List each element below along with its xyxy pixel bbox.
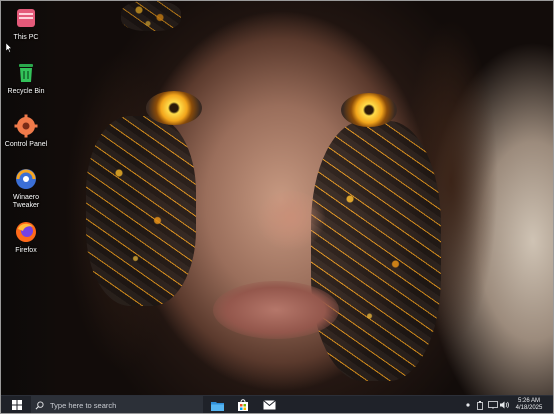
start-button[interactable]: [10, 396, 24, 413]
desktop-frame: This PC Recycle Bin Control Panel Winaer…: [0, 0, 554, 414]
desktop-icon-label: Recycle Bin: [7, 88, 45, 95]
recycle-bin-icon: [19, 64, 33, 82]
desktop-icon-label: Firefox: [15, 247, 37, 254]
mail-icon: [262, 400, 276, 410]
taskbar-file-explorer-button[interactable]: [206, 396, 228, 413]
wallpaper-left-eye: [146, 91, 202, 125]
desktop-icon-label: This PC: [13, 34, 39, 41]
file-explorer-icon: [210, 401, 224, 411]
desktop-icon-recycle-bin[interactable]: Recycle Bin: [2, 61, 50, 96]
taskbar-store-button[interactable]: [232, 396, 254, 413]
control-panel-icon: [14, 114, 38, 138]
tray-network-button[interactable]: [487, 396, 498, 413]
desktop-icon-this-pc[interactable]: This PC: [2, 7, 50, 42]
desktop-icon-control-panel[interactable]: Control Panel: [2, 114, 50, 149]
desktop-icon-firefox[interactable]: Firefox: [2, 220, 50, 255]
desktop-icon-label: Control Panel: [4, 141, 48, 148]
volume-icon: [499, 401, 509, 409]
desktop-icon-label: Winaero Tweaker: [12, 194, 40, 209]
wallpaper-right-eye: [341, 93, 397, 127]
taskbar-search-box[interactable]: Type here to search: [31, 396, 203, 413]
battery-icon: [477, 400, 483, 410]
mouse-cursor-icon: [6, 43, 12, 53]
search-placeholder: Type here to search: [50, 400, 117, 410]
network-icon: [487, 401, 498, 409]
clock-date: 4/18/2025: [515, 405, 543, 411]
taskbar: Type here to search 5:26 AM 4/18/2025: [1, 395, 553, 413]
tray-battery-button[interactable]: [475, 396, 485, 413]
desktop-icon-winaero-tweaker[interactable]: Winaero Tweaker: [2, 167, 50, 210]
firefox-icon: [16, 222, 36, 242]
tray-indicator-icon: [466, 403, 470, 407]
desktop-wallpaper: [1, 1, 553, 395]
windows-logo-icon: [12, 400, 22, 410]
search-icon: [35, 400, 44, 409]
tray-dot-icon[interactable]: [463, 396, 473, 413]
clock-time: 5:26 AM: [517, 398, 540, 404]
winaero-tweaker-icon: [16, 169, 36, 189]
taskbar-clock[interactable]: 5:26 AM 4/18/2025: [509, 396, 549, 413]
store-icon: [238, 399, 248, 411]
this-pc-icon: [17, 9, 35, 27]
taskbar-mail-button[interactable]: [258, 396, 280, 413]
